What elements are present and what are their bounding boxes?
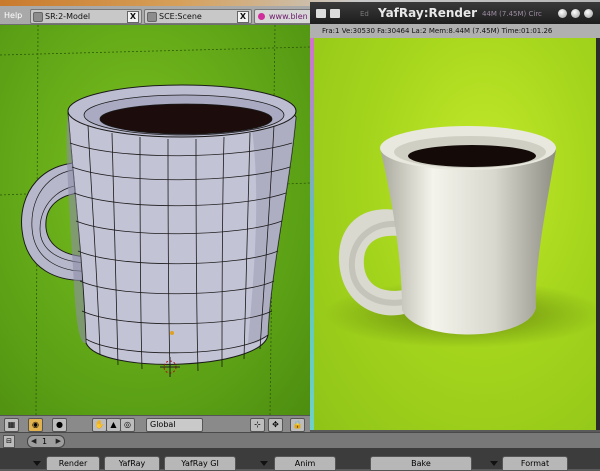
grip-icon (147, 12, 157, 22)
scene-selector-label: SCE:Scene (159, 12, 202, 21)
view-icon[interactable]: ▦ (4, 418, 19, 432)
render-stats: Fra:1 Ve:30530 Fa:30464 La:2 Mem:8.44M (… (310, 24, 600, 38)
close-icon[interactable]: X (237, 11, 249, 23)
blender-header: Help SR:2-Model X SCE:Scene X www.blen (0, 6, 317, 25)
frame-decrement[interactable]: ◀ (31, 436, 36, 447)
screen-selector[interactable]: SR:2-Model X (30, 9, 142, 24)
background-text: Ed (360, 10, 369, 18)
minimize-icon[interactable] (558, 9, 567, 18)
mode-icon[interactable]: ◉ (28, 418, 43, 432)
help-menu[interactable]: Help (4, 11, 22, 20)
scale-icon[interactable]: ◎ (120, 418, 135, 432)
background-text: 44M (7.45M) Circ (482, 10, 542, 18)
scene-selector[interactable]: SCE:Scene X (144, 9, 252, 24)
snap-icon[interactable]: ✥ (268, 418, 283, 432)
window-menu-icon[interactable] (316, 9, 326, 18)
window-close-icon[interactable] (584, 9, 593, 18)
collapse-icon[interactable] (260, 461, 268, 466)
screen-selector-label: SR:2-Model (45, 12, 91, 21)
url-tab[interactable]: www.blen (254, 9, 317, 24)
render-titlebar: Ed YafRay:Render 44M (7.45M) Circ (310, 2, 600, 24)
close-icon[interactable]: X (127, 11, 139, 23)
render-window-title: YafRay:Render (378, 6, 478, 20)
browser-icon (258, 13, 265, 20)
frame-row: ⊟ ◀ 1 ▶ (0, 432, 600, 449)
orientation-select[interactable]: Global (146, 418, 203, 432)
buttons-panel-tabs: Render YafRay YafRay GI Anim Bake Format (0, 448, 600, 471)
window-menu-icon[interactable] (330, 9, 340, 18)
grip-icon (33, 12, 43, 22)
pivot-icon[interactable]: ⊹ (250, 418, 265, 432)
wireframe-mug (0, 25, 310, 415)
frame-icon: ⊟ (3, 435, 15, 448)
object-origin (170, 331, 174, 335)
3d-viewport[interactable] (0, 25, 310, 415)
viewport-toolbar: ▦ ◉ ● ✋ ▲ ◎ Global ⊹ ✥ 🔒 (0, 415, 310, 433)
rotate-icon[interactable]: ▲ (106, 418, 121, 432)
maximize-icon[interactable] (571, 9, 580, 18)
render-image (314, 38, 596, 430)
lock-icon[interactable]: 🔒 (290, 418, 305, 432)
shading-icon[interactable]: ● (52, 418, 67, 432)
frame-counter[interactable]: ◀ 1 ▶ (27, 435, 65, 448)
collapse-icon[interactable] (490, 461, 498, 466)
rendered-mug (324, 126, 596, 348)
url-tab-label: www.blen (269, 12, 308, 21)
frame-value: 1 (42, 437, 48, 446)
collapse-icon[interactable] (33, 461, 41, 466)
yafray-render-window: Ed YafRay:Render 44M (7.45M) Circ Fra:1 … (310, 2, 600, 430)
hand-icon[interactable]: ✋ (92, 418, 107, 432)
frame-increment[interactable]: ▶ (56, 436, 61, 447)
